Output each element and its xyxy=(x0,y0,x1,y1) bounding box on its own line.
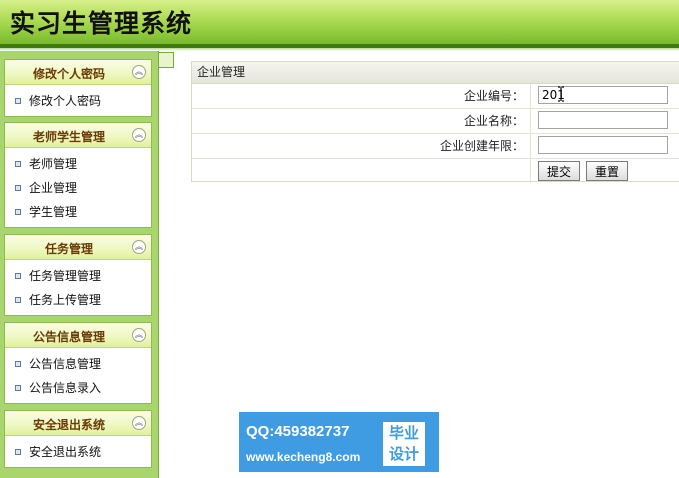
watermark-badge-line1: 毕业 xyxy=(388,424,419,442)
text-cursor-icon xyxy=(558,86,564,102)
panel-title: 安全退出系统 xyxy=(32,418,105,432)
panel-header[interactable]: 任务管理 ︽ xyxy=(5,235,151,260)
collapse-icon[interactable]: ︽ xyxy=(132,65,146,79)
menu-label: 任务上传管理 xyxy=(29,293,102,307)
collapse-icon[interactable]: ︽ xyxy=(132,416,146,430)
sidebar-panel-task: 任务管理 ︽ 任务管理管理 任务上传管理 xyxy=(4,234,152,316)
app-title: 实习生管理系统 xyxy=(10,9,193,38)
collapse-icon[interactable]: ︽ xyxy=(132,328,146,342)
panel-title: 公告信息管理 xyxy=(32,330,105,344)
sidebar-item-task-manage[interactable]: 任务管理管理 xyxy=(5,264,151,288)
actions-label-cell xyxy=(192,159,531,183)
panel-title: 老师学生管理 xyxy=(32,130,105,144)
sidebar-item-teacher[interactable]: 老师管理 xyxy=(5,152,151,176)
watermark-badge: 毕业 设计 xyxy=(383,422,425,466)
form-row-enterprise-years: 企业创建年限： xyxy=(192,134,679,159)
panel-title: 修改个人密码 xyxy=(32,67,105,81)
menu-label: 老师管理 xyxy=(29,157,78,171)
sidebar-item-logout[interactable]: 安全退出系统 xyxy=(5,440,151,464)
menu-label: 公告信息管理 xyxy=(29,357,102,371)
collapse-icon[interactable]: ︽ xyxy=(132,240,146,254)
bullet-icon xyxy=(15,385,21,391)
sidebar-item-enterprise[interactable]: 企业管理 xyxy=(5,176,151,200)
bullet-icon xyxy=(15,161,21,167)
panel-header[interactable]: 公告信息管理 ︽ xyxy=(5,323,151,348)
sidebar-item-change-password[interactable]: 修改个人密码 xyxy=(5,89,151,113)
form-title: 企业管理 xyxy=(192,62,679,84)
panel-header[interactable]: 安全退出系统 ︽ xyxy=(5,411,151,436)
enterprise-form: 企业管理 企业编号： 企业名称： 企业创建年限： 提交 重置 xyxy=(191,61,679,183)
bullet-icon xyxy=(15,273,21,279)
submit-button[interactable]: 提交 xyxy=(538,161,581,181)
sidebar-toggle-button[interactable] xyxy=(158,52,174,68)
enterprise-years-input[interactable] xyxy=(538,136,668,154)
bullet-icon xyxy=(15,297,21,303)
bullet-icon xyxy=(15,98,21,104)
enterprise-id-label: 企业编号： xyxy=(192,84,531,108)
enterprise-name-input[interactable] xyxy=(538,111,668,129)
sidebar-panel-password: 修改个人密码 ︽ 修改个人密码 xyxy=(4,59,152,117)
form-row-enterprise-name: 企业名称： xyxy=(192,109,679,134)
panel-header[interactable]: 修改个人密码 ︽ xyxy=(5,60,151,85)
watermark-banner: QQ:459382737 www.kecheng8.com 毕业 设计 xyxy=(239,412,439,472)
panel-header[interactable]: 老师学生管理 ︽ xyxy=(5,123,151,148)
collapse-icon[interactable]: ︽ xyxy=(132,128,146,142)
bullet-icon xyxy=(15,209,21,215)
sidebar-panel-logout: 安全退出系统 ︽ 安全退出系统 xyxy=(4,410,152,468)
sidebar-panel-notice: 公告信息管理 ︽ 公告信息管理 公告信息录入 xyxy=(4,322,152,404)
sidebar-item-task-upload[interactable]: 任务上传管理 xyxy=(5,288,151,312)
menu-label: 学生管理 xyxy=(29,205,78,219)
panel-title: 任务管理 xyxy=(44,242,93,256)
menu-label: 任务管理管理 xyxy=(29,269,102,283)
menu-label: 公告信息录入 xyxy=(29,381,102,395)
menu-label: 安全退出系统 xyxy=(29,445,102,459)
watermark-badge-line2: 设计 xyxy=(388,445,419,463)
sidebar-item-notice-add[interactable]: 公告信息录入 xyxy=(5,376,151,400)
sidebar-item-notice-manage[interactable]: 公告信息管理 xyxy=(5,352,151,376)
enterprise-name-label: 企业名称： xyxy=(192,109,531,133)
bullet-icon xyxy=(15,185,21,191)
reset-button[interactable]: 重置 xyxy=(586,161,629,181)
menu-label: 修改个人密码 xyxy=(29,94,102,108)
app-header: 实习生管理系统 xyxy=(0,0,679,48)
bullet-icon xyxy=(15,361,21,367)
sidebar-panel-teacher-student: 老师学生管理 ︽ 老师管理 企业管理 学生管理 xyxy=(4,122,152,228)
enterprise-years-label: 企业创建年限： xyxy=(192,134,531,158)
bullet-icon xyxy=(15,449,21,455)
watermark-qq: QQ:459382737 xyxy=(246,423,350,440)
form-row-enterprise-id: 企业编号： xyxy=(192,84,679,109)
menu-label: 企业管理 xyxy=(29,181,78,195)
form-row-actions: 提交 重置 xyxy=(192,159,679,183)
watermark-url: www.kecheng8.com xyxy=(246,450,361,464)
sidebar-item-student[interactable]: 学生管理 xyxy=(5,200,151,224)
sidebar: 修改个人密码 ︽ 修改个人密码 老师学生管理 ︽ 老师管理 企业管理 学生管理 … xyxy=(0,51,159,478)
